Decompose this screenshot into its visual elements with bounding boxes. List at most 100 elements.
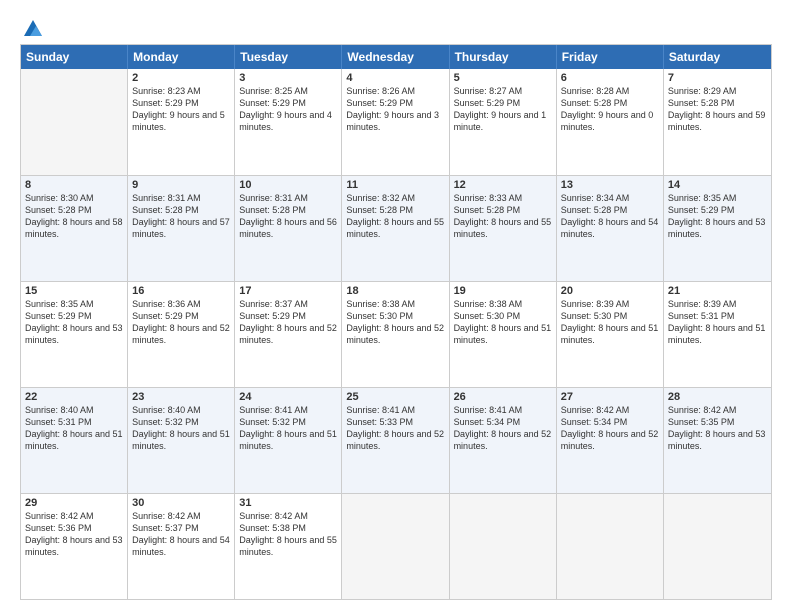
sunset-text: Sunset: 5:30 PM [346, 310, 444, 322]
cal-cell: 20Sunrise: 8:39 AMSunset: 5:30 PMDayligh… [557, 282, 664, 387]
sunset-text: Sunset: 5:34 PM [454, 416, 552, 428]
cal-cell: 19Sunrise: 8:38 AMSunset: 5:30 PMDayligh… [450, 282, 557, 387]
day-number: 20 [561, 285, 659, 297]
daylight-text: Daylight: 8 hours and 51 minutes. [25, 428, 123, 452]
cal-cell: 13Sunrise: 8:34 AMSunset: 5:28 PMDayligh… [557, 176, 664, 281]
day-number: 9 [132, 179, 230, 191]
day-number: 5 [454, 72, 552, 84]
day-number: 7 [668, 72, 767, 84]
cal-cell: 5Sunrise: 8:27 AMSunset: 5:29 PMDaylight… [450, 69, 557, 175]
header-day-monday: Monday [128, 45, 235, 69]
cal-cell [557, 494, 664, 599]
cal-cell: 23Sunrise: 8:40 AMSunset: 5:32 PMDayligh… [128, 388, 235, 493]
daylight-text: Daylight: 8 hours and 53 minutes. [25, 322, 123, 346]
sunset-text: Sunset: 5:29 PM [668, 204, 767, 216]
cal-cell [450, 494, 557, 599]
cal-cell: 31Sunrise: 8:42 AMSunset: 5:38 PMDayligh… [235, 494, 342, 599]
daylight-text: Daylight: 8 hours and 53 minutes. [668, 428, 767, 452]
day-number: 11 [346, 179, 444, 191]
sunset-text: Sunset: 5:28 PM [561, 204, 659, 216]
daylight-text: Daylight: 8 hours and 53 minutes. [668, 216, 767, 240]
sunrise-text: Sunrise: 8:39 AM [561, 298, 659, 310]
day-number: 24 [239, 391, 337, 403]
day-number: 22 [25, 391, 123, 403]
cal-cell: 25Sunrise: 8:41 AMSunset: 5:33 PMDayligh… [342, 388, 449, 493]
sunrise-text: Sunrise: 8:33 AM [454, 192, 552, 204]
day-number: 4 [346, 72, 444, 84]
day-number: 3 [239, 72, 337, 84]
sunrise-text: Sunrise: 8:42 AM [668, 404, 767, 416]
cal-cell: 16Sunrise: 8:36 AMSunset: 5:29 PMDayligh… [128, 282, 235, 387]
sunset-text: Sunset: 5:28 PM [668, 97, 767, 109]
cal-cell: 3Sunrise: 8:25 AMSunset: 5:29 PMDaylight… [235, 69, 342, 175]
calendar: SundayMondayTuesdayWednesdayThursdayFrid… [20, 44, 772, 600]
week-row-2: 8Sunrise: 8:30 AMSunset: 5:28 PMDaylight… [21, 175, 771, 281]
sunrise-text: Sunrise: 8:39 AM [668, 298, 767, 310]
sunset-text: Sunset: 5:30 PM [561, 310, 659, 322]
daylight-text: Daylight: 9 hours and 0 minutes. [561, 109, 659, 133]
daylight-text: Daylight: 8 hours and 51 minutes. [561, 322, 659, 346]
daylight-text: Daylight: 8 hours and 54 minutes. [561, 216, 659, 240]
cal-cell: 28Sunrise: 8:42 AMSunset: 5:35 PMDayligh… [664, 388, 771, 493]
sunset-text: Sunset: 5:28 PM [132, 204, 230, 216]
daylight-text: Daylight: 9 hours and 5 minutes. [132, 109, 230, 133]
sunrise-text: Sunrise: 8:36 AM [132, 298, 230, 310]
sunrise-text: Sunrise: 8:34 AM [561, 192, 659, 204]
cal-cell: 17Sunrise: 8:37 AMSunset: 5:29 PMDayligh… [235, 282, 342, 387]
sunset-text: Sunset: 5:32 PM [239, 416, 337, 428]
sunrise-text: Sunrise: 8:42 AM [25, 510, 123, 522]
daylight-text: Daylight: 9 hours and 4 minutes. [239, 109, 337, 133]
day-number: 6 [561, 72, 659, 84]
logo-icon [22, 18, 44, 40]
sunset-text: Sunset: 5:29 PM [132, 97, 230, 109]
sunrise-text: Sunrise: 8:41 AM [239, 404, 337, 416]
cal-cell: 29Sunrise: 8:42 AMSunset: 5:36 PMDayligh… [21, 494, 128, 599]
sunrise-text: Sunrise: 8:27 AM [454, 85, 552, 97]
header-day-tuesday: Tuesday [235, 45, 342, 69]
daylight-text: Daylight: 8 hours and 54 minutes. [132, 534, 230, 558]
sunset-text: Sunset: 5:28 PM [346, 204, 444, 216]
daylight-text: Daylight: 8 hours and 53 minutes. [25, 534, 123, 558]
day-number: 31 [239, 497, 337, 509]
day-number: 12 [454, 179, 552, 191]
week-row-3: 15Sunrise: 8:35 AMSunset: 5:29 PMDayligh… [21, 281, 771, 387]
cal-cell: 9Sunrise: 8:31 AMSunset: 5:28 PMDaylight… [128, 176, 235, 281]
sunset-text: Sunset: 5:28 PM [239, 204, 337, 216]
sunrise-text: Sunrise: 8:41 AM [454, 404, 552, 416]
daylight-text: Daylight: 8 hours and 58 minutes. [25, 216, 123, 240]
sunrise-text: Sunrise: 8:38 AM [346, 298, 444, 310]
cal-cell: 11Sunrise: 8:32 AMSunset: 5:28 PMDayligh… [342, 176, 449, 281]
day-number: 27 [561, 391, 659, 403]
cal-cell: 8Sunrise: 8:30 AMSunset: 5:28 PMDaylight… [21, 176, 128, 281]
daylight-text: Daylight: 8 hours and 52 minutes. [239, 322, 337, 346]
cal-cell: 30Sunrise: 8:42 AMSunset: 5:37 PMDayligh… [128, 494, 235, 599]
day-number: 15 [25, 285, 123, 297]
day-number: 2 [132, 72, 230, 84]
day-number: 26 [454, 391, 552, 403]
day-number: 30 [132, 497, 230, 509]
sunset-text: Sunset: 5:28 PM [25, 204, 123, 216]
cal-cell: 4Sunrise: 8:26 AMSunset: 5:29 PMDaylight… [342, 69, 449, 175]
daylight-text: Daylight: 8 hours and 59 minutes. [668, 109, 767, 133]
sunset-text: Sunset: 5:29 PM [239, 310, 337, 322]
daylight-text: Daylight: 8 hours and 56 minutes. [239, 216, 337, 240]
cal-cell: 22Sunrise: 8:40 AMSunset: 5:31 PMDayligh… [21, 388, 128, 493]
sunset-text: Sunset: 5:29 PM [346, 97, 444, 109]
daylight-text: Daylight: 8 hours and 51 minutes. [668, 322, 767, 346]
sunset-text: Sunset: 5:38 PM [239, 522, 337, 534]
sunrise-text: Sunrise: 8:37 AM [239, 298, 337, 310]
cal-cell [21, 69, 128, 175]
sunset-text: Sunset: 5:35 PM [668, 416, 767, 428]
cal-cell: 26Sunrise: 8:41 AMSunset: 5:34 PMDayligh… [450, 388, 557, 493]
sunrise-text: Sunrise: 8:42 AM [239, 510, 337, 522]
week-row-1: 2Sunrise: 8:23 AMSunset: 5:29 PMDaylight… [21, 69, 771, 175]
day-number: 8 [25, 179, 123, 191]
daylight-text: Daylight: 8 hours and 55 minutes. [239, 534, 337, 558]
day-number: 25 [346, 391, 444, 403]
header-day-sunday: Sunday [21, 45, 128, 69]
daylight-text: Daylight: 8 hours and 52 minutes. [561, 428, 659, 452]
cal-cell: 6Sunrise: 8:28 AMSunset: 5:28 PMDaylight… [557, 69, 664, 175]
header-day-thursday: Thursday [450, 45, 557, 69]
sunset-text: Sunset: 5:28 PM [454, 204, 552, 216]
header [20, 18, 772, 34]
